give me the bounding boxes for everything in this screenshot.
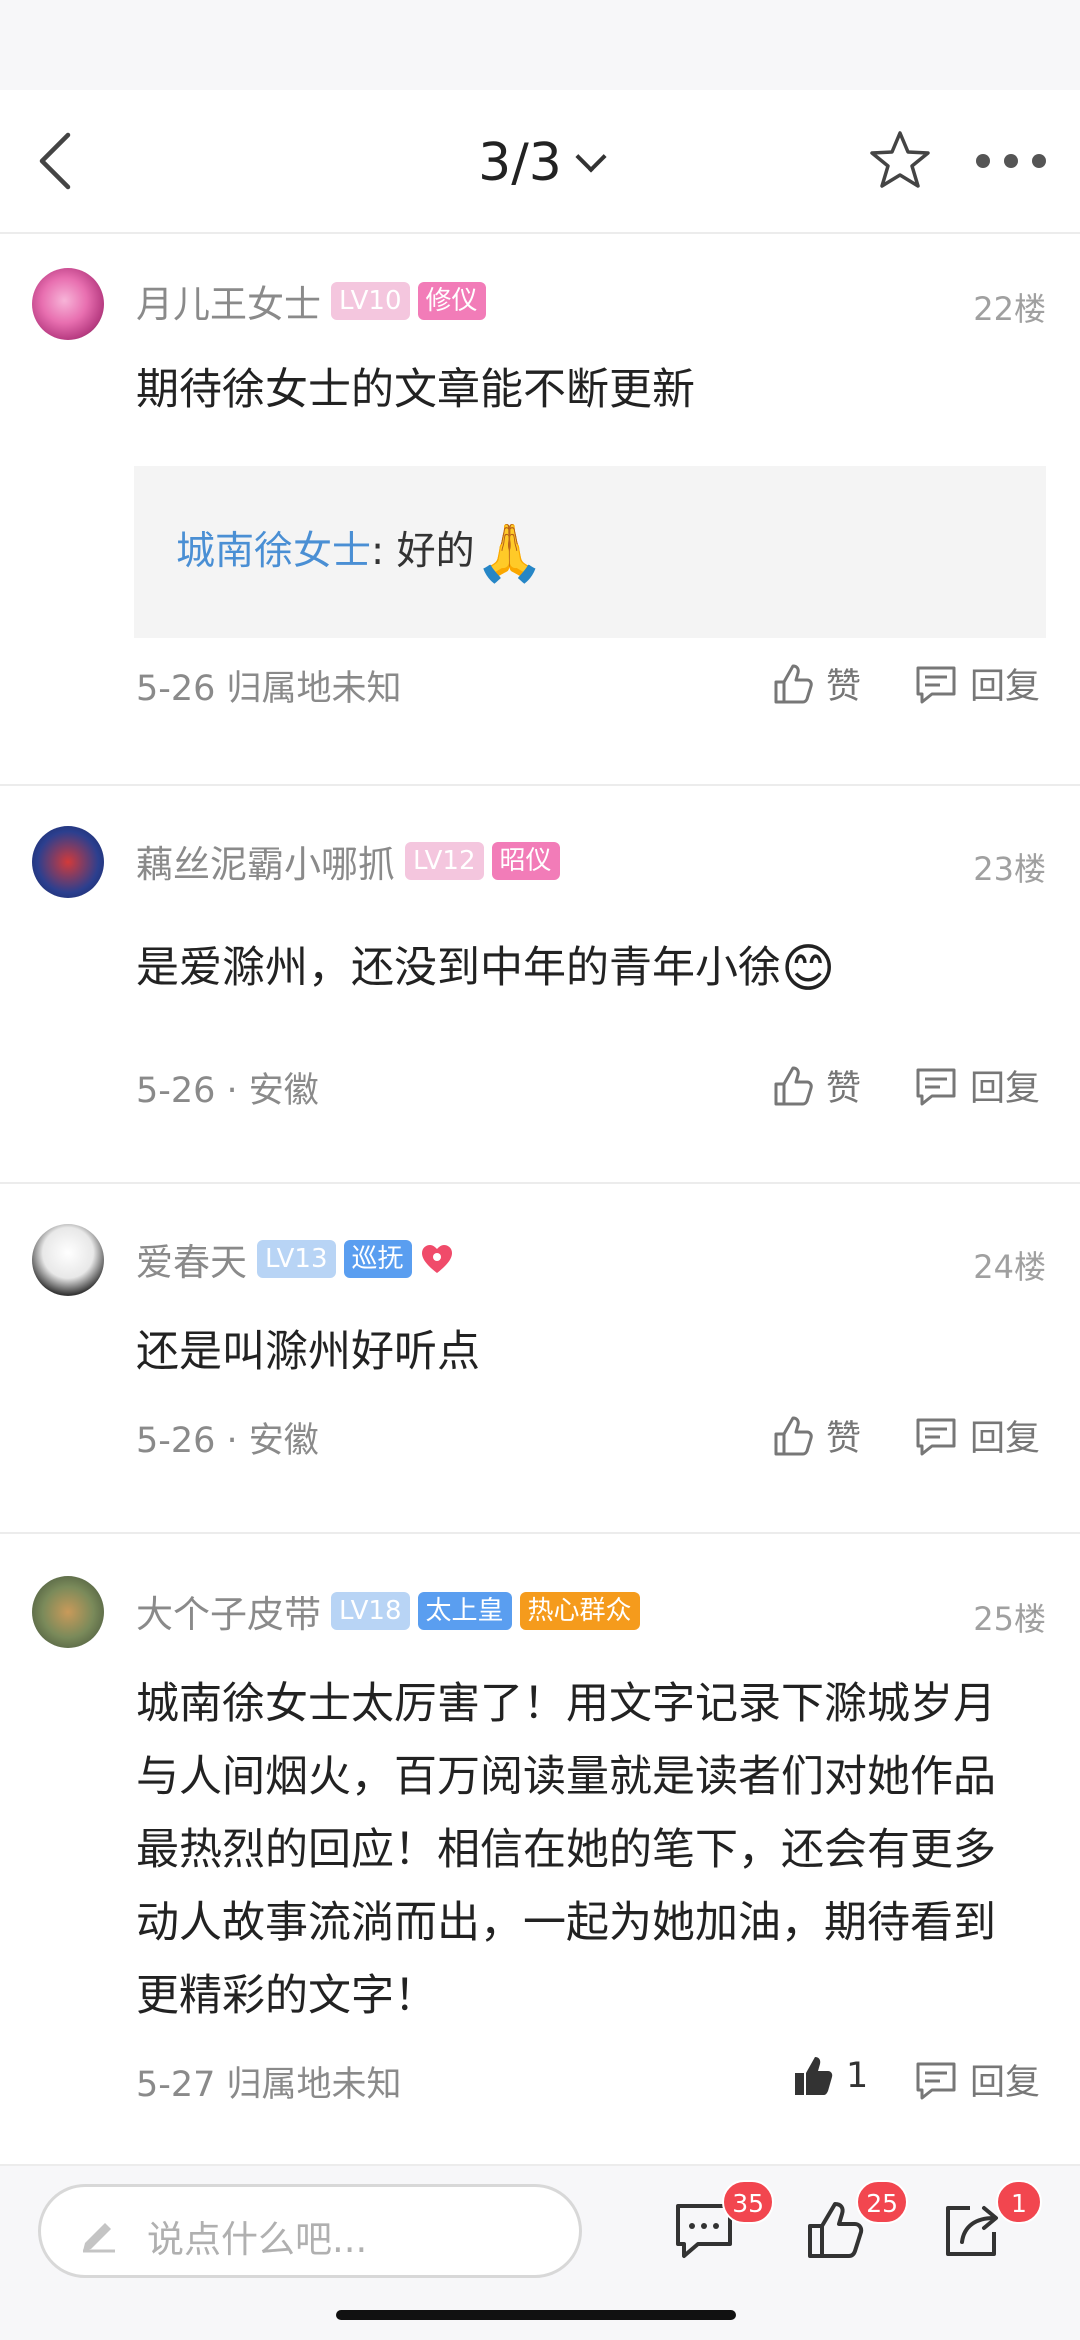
avatar[interactable] [32, 826, 104, 898]
comment-text: 城南徐女士太厉害了！用文字记录下滁城岁月与人间烟火，百万阅读量就是读者们对她作品… [136, 1679, 996, 2021]
reply-button[interactable]: 回复 [914, 1060, 1040, 1111]
avatar[interactable] [32, 1224, 104, 1296]
username[interactable]: 藕丝泥霸小哪抓 [136, 834, 395, 888]
like-button[interactable]: 赞 [772, 1060, 861, 1111]
floor-number: 24楼 [973, 1248, 1046, 1286]
user-info: 藕丝泥霸小哪抓 LV12 昭仪 [136, 836, 568, 886]
floor-number: 22楼 [973, 290, 1046, 328]
comment-text: 期待徐女士的文章能不断更新 [136, 365, 695, 415]
reply-author[interactable]: 城南徐女士 [176, 529, 371, 574]
comment-text: 还是叫滁州好听点 [136, 1327, 480, 1377]
pray-emoji-icon: 🙏 [474, 521, 545, 586]
pencil-icon [83, 2223, 115, 2253]
reply-button[interactable]: 回复 [914, 658, 1040, 709]
chevron-down-icon [575, 141, 607, 173]
comment-meta: 5-26 · 安徽 [136, 1421, 319, 1461]
comment-text: 是爱滁州，还没到中年的青年小徐 [136, 943, 781, 993]
reply-text: 好的 [396, 529, 475, 574]
comment-item: 大个子皮带 LV18 太上皇 热心群众 25楼 城南徐女士太厉害了！用文字记录下… [0, 1534, 1080, 2164]
title-badge: 修仪 [417, 282, 486, 320]
smile-emoji-icon: 😊 [781, 939, 836, 999]
reply-label: 回复 [970, 667, 1041, 707]
heart-badge-icon [421, 1245, 452, 1273]
like-post-button[interactable]: 25 [806, 2180, 908, 2266]
title-badge-secondary: 热心群众 [519, 1592, 640, 1630]
favorite-button[interactable] [868, 128, 932, 194]
comments-button[interactable]: 35 [672, 2180, 774, 2266]
title-badge: 巡抚 [343, 1240, 412, 1278]
comment-item: 藕丝泥霸小哪抓 LV12 昭仪 23楼 是爱滁州，还没到中年的青年小徐😊 5-2… [0, 786, 1080, 1184]
title-badge: 昭仪 [491, 842, 560, 880]
share-button[interactable]: 1 [940, 2180, 1042, 2266]
page-indicator: 3/3 [478, 133, 562, 193]
thumbs-up-icon [774, 664, 813, 703]
reply-button[interactable]: 回复 [914, 1410, 1040, 1461]
comment-bubble-icon [916, 1418, 956, 1455]
share-icon [946, 2206, 998, 2256]
comment-bubble-icon [916, 2062, 956, 2099]
comment-item: 月儿王女士 LV10 修仪 22楼 期待徐女士的文章能不断更新 城南徐女士: 好… [0, 236, 1080, 786]
level-badge: LV13 [257, 1240, 336, 1278]
comment-input[interactable]: 说点什么吧... [38, 2184, 582, 2278]
user-info: 月儿王女士 LV10 修仪 [136, 276, 494, 326]
home-indicator[interactable] [336, 2310, 736, 2320]
username[interactable]: 大个子皮带 [136, 1584, 321, 1638]
comment-bubble-icon [916, 1068, 956, 1105]
nav-bar: 3/3 [0, 90, 1080, 234]
reply-label: 回复 [970, 1069, 1041, 1109]
floor-number: 23楼 [973, 850, 1046, 888]
status-bar [0, 0, 1080, 90]
comment-bubble-icon [916, 666, 956, 703]
title-badge: 太上皇 [417, 1592, 512, 1630]
more-dot-icon [1004, 154, 1018, 168]
more-dot-icon [1032, 154, 1046, 168]
reply-label: 回复 [970, 2063, 1041, 2103]
thumbs-up-filled-icon [795, 2057, 833, 2095]
like-count: 1 [846, 2056, 869, 2096]
reply-label: 回复 [970, 1419, 1041, 1459]
avatar[interactable] [32, 1576, 104, 1648]
comment-meta: 5-26 · 安徽 [136, 1071, 319, 1111]
user-info: 爱春天 LV13 巡抚 [136, 1234, 454, 1284]
like-button[interactable]: 1 [792, 2054, 868, 2098]
level-badge: LV18 [331, 1592, 410, 1630]
like-label: 赞 [826, 667, 862, 707]
reply-separator: : [371, 529, 385, 574]
level-badge: LV12 [405, 842, 484, 880]
comment-text-line: 是爱滁州，还没到中年的青年小徐😊 [136, 932, 1006, 1006]
comment-placeholder: 说点什么吧... [147, 2218, 368, 2261]
more-button[interactable] [976, 148, 1046, 174]
reply-quote[interactable]: 城南徐女士: 好的🙏 [134, 466, 1046, 638]
username[interactable]: 月儿王女士 [136, 274, 321, 328]
comment-meta: 5-27 归属地未知 [136, 2065, 402, 2105]
user-info: 大个子皮带 LV18 太上皇 热心群众 [136, 1586, 648, 1636]
like-count-badge: 25 [856, 2180, 908, 2224]
level-badge: LV10 [331, 282, 410, 320]
like-label: 赞 [826, 1069, 862, 1109]
floor-number: 25楼 [973, 1600, 1046, 1638]
share-count-badge: 1 [996, 2180, 1042, 2224]
thumbs-up-icon [774, 1066, 813, 1105]
more-dot-icon [976, 154, 990, 168]
reply-button[interactable]: 回复 [914, 2054, 1040, 2105]
avatar[interactable] [32, 268, 104, 340]
reply-text-line: 城南徐女士: 好的🙏 [176, 520, 544, 586]
like-button[interactable]: 赞 [772, 658, 861, 709]
star-icon [870, 131, 930, 188]
comment-item: 爱春天 LV13 巡抚 24楼 还是叫滁州好听点 5-26 · 安徽 赞 回复 [0, 1184, 1080, 1534]
username[interactable]: 爱春天 [136, 1232, 247, 1286]
comment-meta: 5-26 归属地未知 [136, 669, 402, 709]
thumbs-up-icon [774, 1416, 813, 1455]
comment-count-badge: 35 [722, 2180, 774, 2224]
like-button[interactable]: 赞 [772, 1410, 861, 1461]
like-label: 赞 [826, 1419, 862, 1459]
